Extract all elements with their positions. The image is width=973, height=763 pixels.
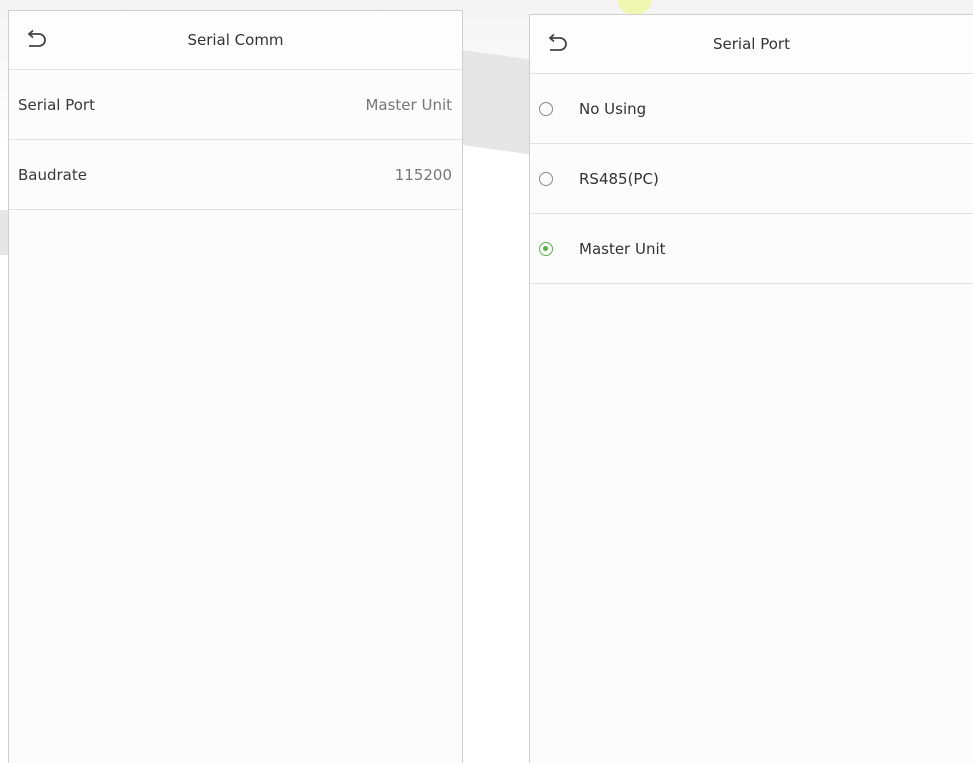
radio-button[interactable]	[539, 171, 553, 186]
back-arrow-icon[interactable]	[544, 33, 570, 55]
page-title: Serial Port	[713, 35, 790, 53]
option-rs485-pc[interactable]: RS485(PC)	[530, 144, 973, 214]
page-title: Serial Comm	[187, 31, 284, 49]
radio-button-selected[interactable]	[539, 241, 553, 256]
back-arrow-icon[interactable]	[23, 29, 49, 51]
row-label: Baudrate	[18, 165, 87, 184]
watermark-shape	[463, 50, 533, 155]
serial-port-row[interactable]: Serial Port Master Unit	[9, 70, 462, 140]
option-label: RS485(PC)	[579, 169, 659, 188]
option-master-unit[interactable]: Master Unit	[530, 214, 973, 284]
serial-comm-screen: Serial Comm Serial Port Master Unit Baud…	[8, 10, 463, 763]
baudrate-row[interactable]: Baudrate 115200	[9, 140, 462, 210]
radio-button[interactable]	[539, 101, 553, 116]
row-value: 115200	[394, 165, 452, 184]
header: Serial Port	[530, 15, 973, 74]
option-no-using[interactable]: No Using	[530, 74, 973, 144]
serial-port-screen: Serial Port No Using RS485(PC) Master Un…	[529, 14, 973, 763]
header: Serial Comm	[9, 11, 462, 70]
option-label: Master Unit	[579, 239, 666, 258]
row-label: Serial Port	[18, 95, 95, 114]
option-label: No Using	[579, 99, 647, 118]
row-value: Master Unit	[365, 95, 452, 114]
